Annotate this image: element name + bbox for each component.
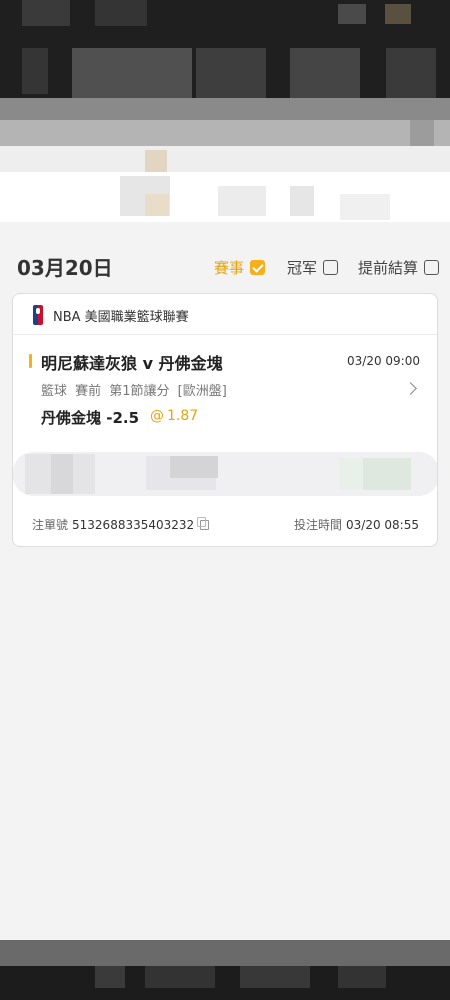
filter-early-settle-label: 提前結算 [358, 259, 419, 277]
bet-number-row: 注單號 5132688335403232 [32, 516, 210, 533]
checkbox-checked-icon[interactable] [250, 260, 266, 275]
chevron-right-icon[interactable] [404, 382, 417, 395]
checkbox-icon[interactable] [323, 260, 339, 275]
league-header: NBA 美國職業籃球聯賽 [33, 305, 189, 325]
bet-number-label: 注單號 [32, 518, 69, 532]
obscured-stake-area [13, 444, 437, 504]
checkbox-icon[interactable] [424, 260, 440, 275]
bet-time-label: 投注時間 [294, 518, 343, 532]
obscured-banner [0, 146, 450, 222]
obscured-header-band [0, 98, 450, 146]
odds-value: 1.87 [167, 408, 199, 424]
obscured-header [0, 0, 450, 98]
league-name: NBA 美國職業籃球聯賽 [53, 309, 189, 325]
bet-selection: 丹佛金塊 -2.5 [41, 409, 140, 427]
odds-at-sign: @ [150, 408, 164, 424]
divider [13, 334, 437, 335]
bet-type: 籃球 賽前 第1節讓分 [歐洲盤] [41, 384, 227, 399]
filter-champion-label: 冠军 [287, 259, 318, 277]
filter-champion[interactable]: 冠军 [287, 257, 339, 278]
bet-number: 5132688335403232 [72, 517, 195, 532]
copy-icon[interactable] [197, 516, 210, 530]
bet-time-row: 投注時間 03/20 08:55 [294, 516, 419, 533]
filter-early-settle[interactable]: 提前結算 [358, 257, 440, 278]
obscured-bottom-nav [0, 966, 450, 1000]
nba-logo-icon [33, 305, 43, 325]
filter-event[interactable]: 賽事 [214, 257, 266, 278]
date-label: 03月20日 [17, 256, 113, 280]
match-title: 明尼蘇達灰狼 v 丹佛金塊 [41, 354, 223, 373]
obscured-bottom-band [0, 940, 450, 966]
match-time: 03/20 09:00 [347, 354, 420, 368]
accent-bar [29, 354, 32, 368]
bet-card[interactable]: NBA 美國職業籃球聯賽 明尼蘇達灰狼 v 丹佛金塊 03/20 09:00 籃… [12, 293, 438, 547]
filter-row: 03月20日 賽事 冠军 提前結算 [0, 240, 450, 292]
filter-event-label: 賽事 [214, 259, 245, 277]
bet-time: 03/20 08:55 [346, 518, 419, 532]
